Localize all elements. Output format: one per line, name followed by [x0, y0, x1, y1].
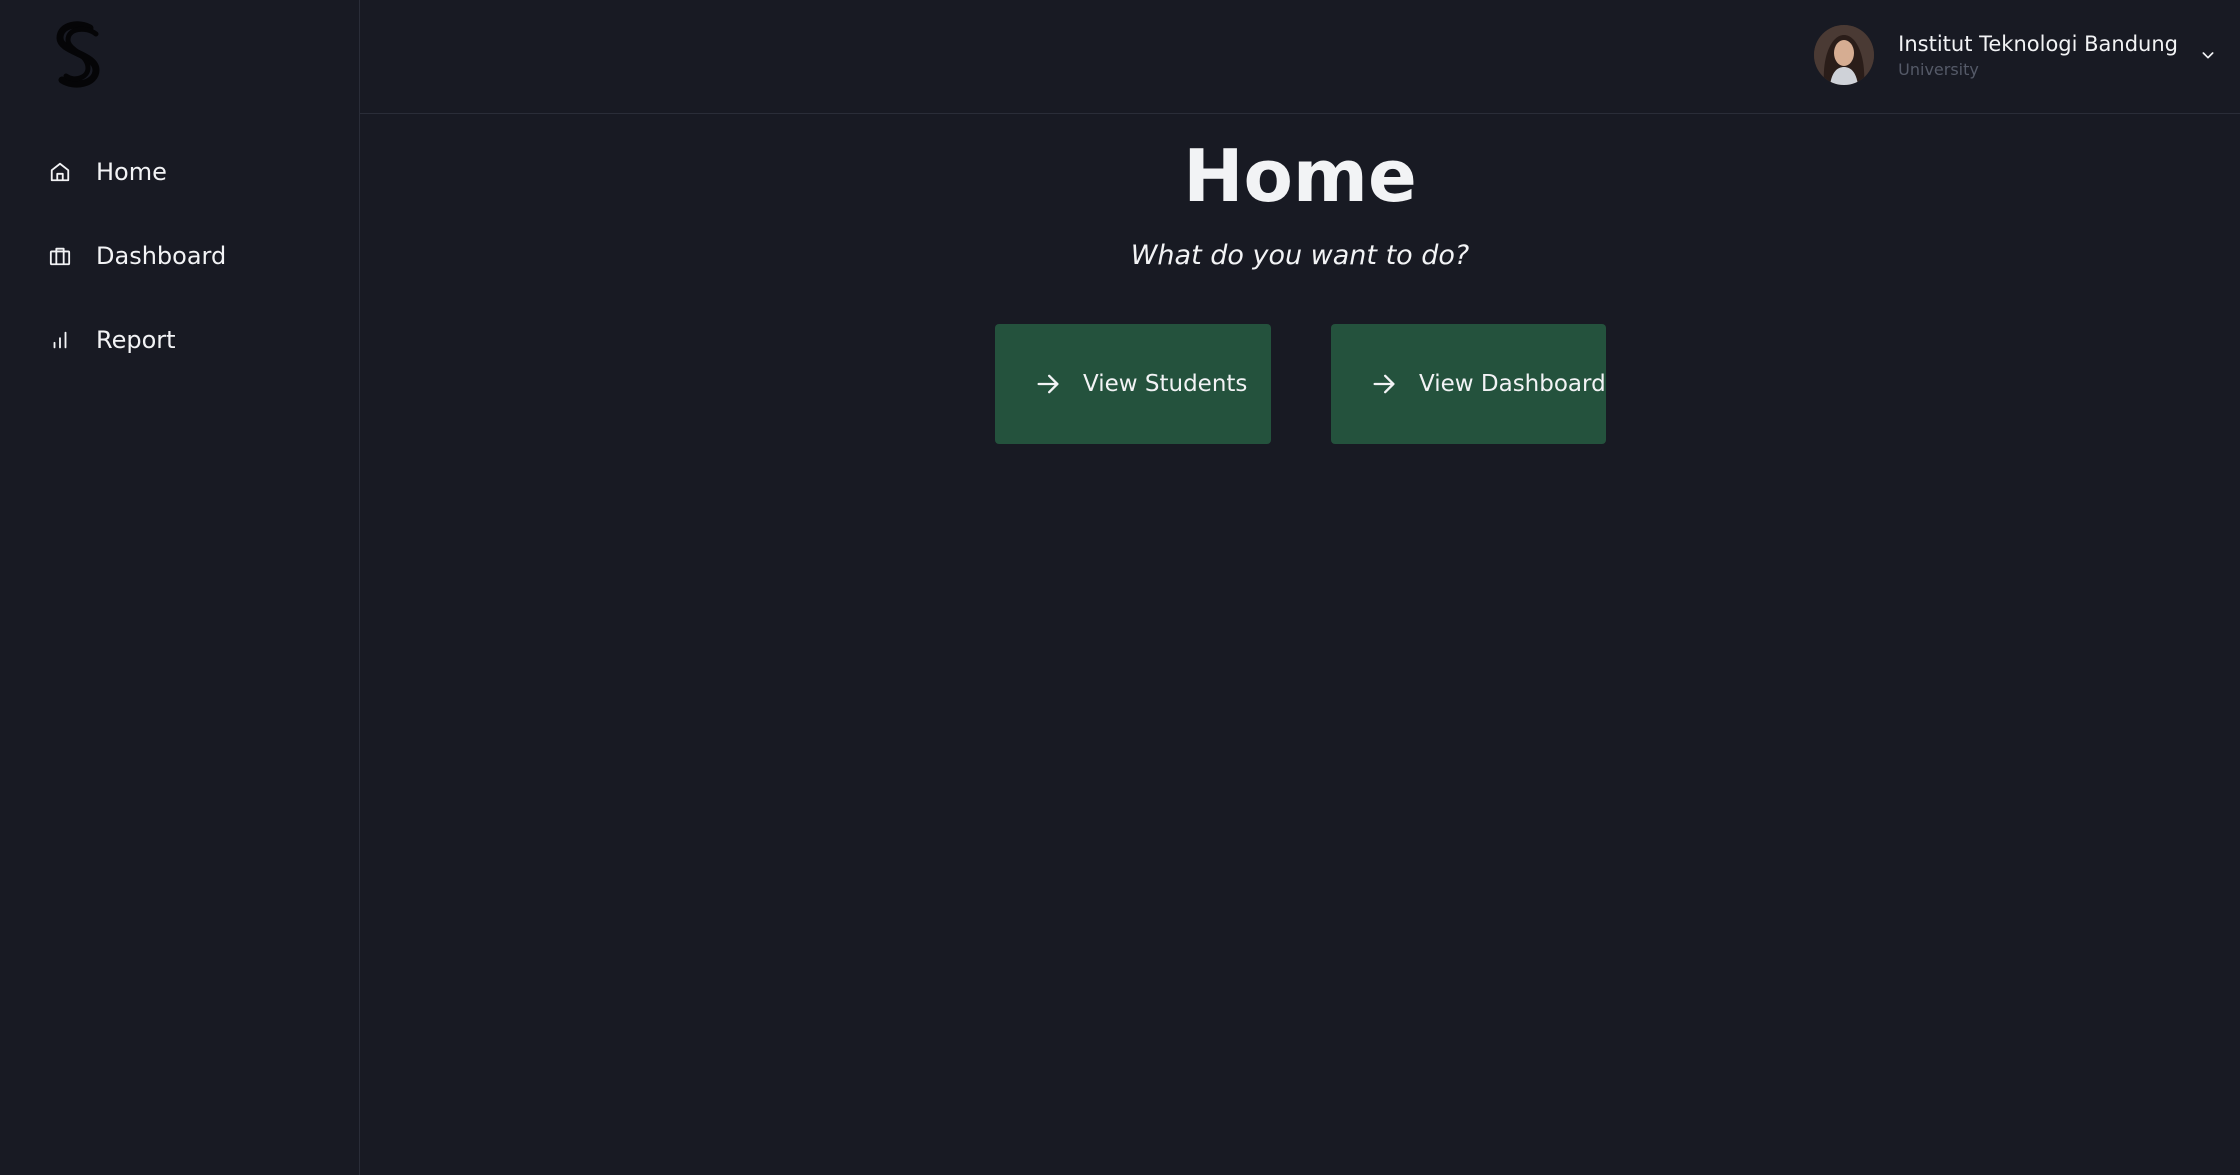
avatar	[1814, 25, 1875, 85]
sidebar-item-home[interactable]: Home	[0, 130, 359, 214]
main-content: Home What do you want to do? View Studen…	[360, 114, 2240, 1175]
chevron-down-icon[interactable]	[2198, 45, 2218, 65]
view-students-label: View Students	[1083, 371, 1248, 397]
arrow-right-icon	[1369, 369, 1399, 399]
sidebar-item-report[interactable]: Report	[0, 298, 359, 382]
account-name: Institut Teknologi Bandung	[1898, 32, 2178, 56]
briefcase-icon	[48, 244, 72, 268]
top-bar: Institut Teknologi Bandung University	[360, 0, 2240, 114]
view-dashboard-button[interactable]: View Dashboard	[1331, 324, 1606, 444]
page-subtitle: What do you want to do?	[1130, 240, 1470, 271]
account-info: Institut Teknologi Bandung University	[1898, 29, 2178, 81]
sidebar-item-label: Dashboard	[96, 242, 227, 270]
view-dashboard-label: View Dashboard	[1419, 371, 1606, 397]
bar-chart-icon	[48, 328, 72, 352]
home-icon	[48, 160, 72, 184]
sidebar-nav: Home Dashboard Report	[0, 130, 359, 382]
brand-logo[interactable]	[50, 20, 106, 90]
sidebar-item-label: Home	[96, 158, 167, 186]
brand-s-logo-icon	[56, 21, 100, 88]
account-role: University	[1898, 60, 1979, 79]
page-title: Home	[1183, 134, 1417, 218]
arrow-right-icon	[1033, 369, 1063, 399]
account-menu[interactable]: Institut Teknologi Bandung University	[1814, 24, 2218, 86]
sidebar-item-label: Report	[96, 326, 176, 354]
avatar-portrait	[1814, 25, 1875, 85]
view-students-button[interactable]: View Students	[995, 324, 1271, 444]
sidebar-item-dashboard[interactable]: Dashboard	[0, 214, 359, 298]
sidebar: Home Dashboard Report	[0, 0, 360, 1175]
